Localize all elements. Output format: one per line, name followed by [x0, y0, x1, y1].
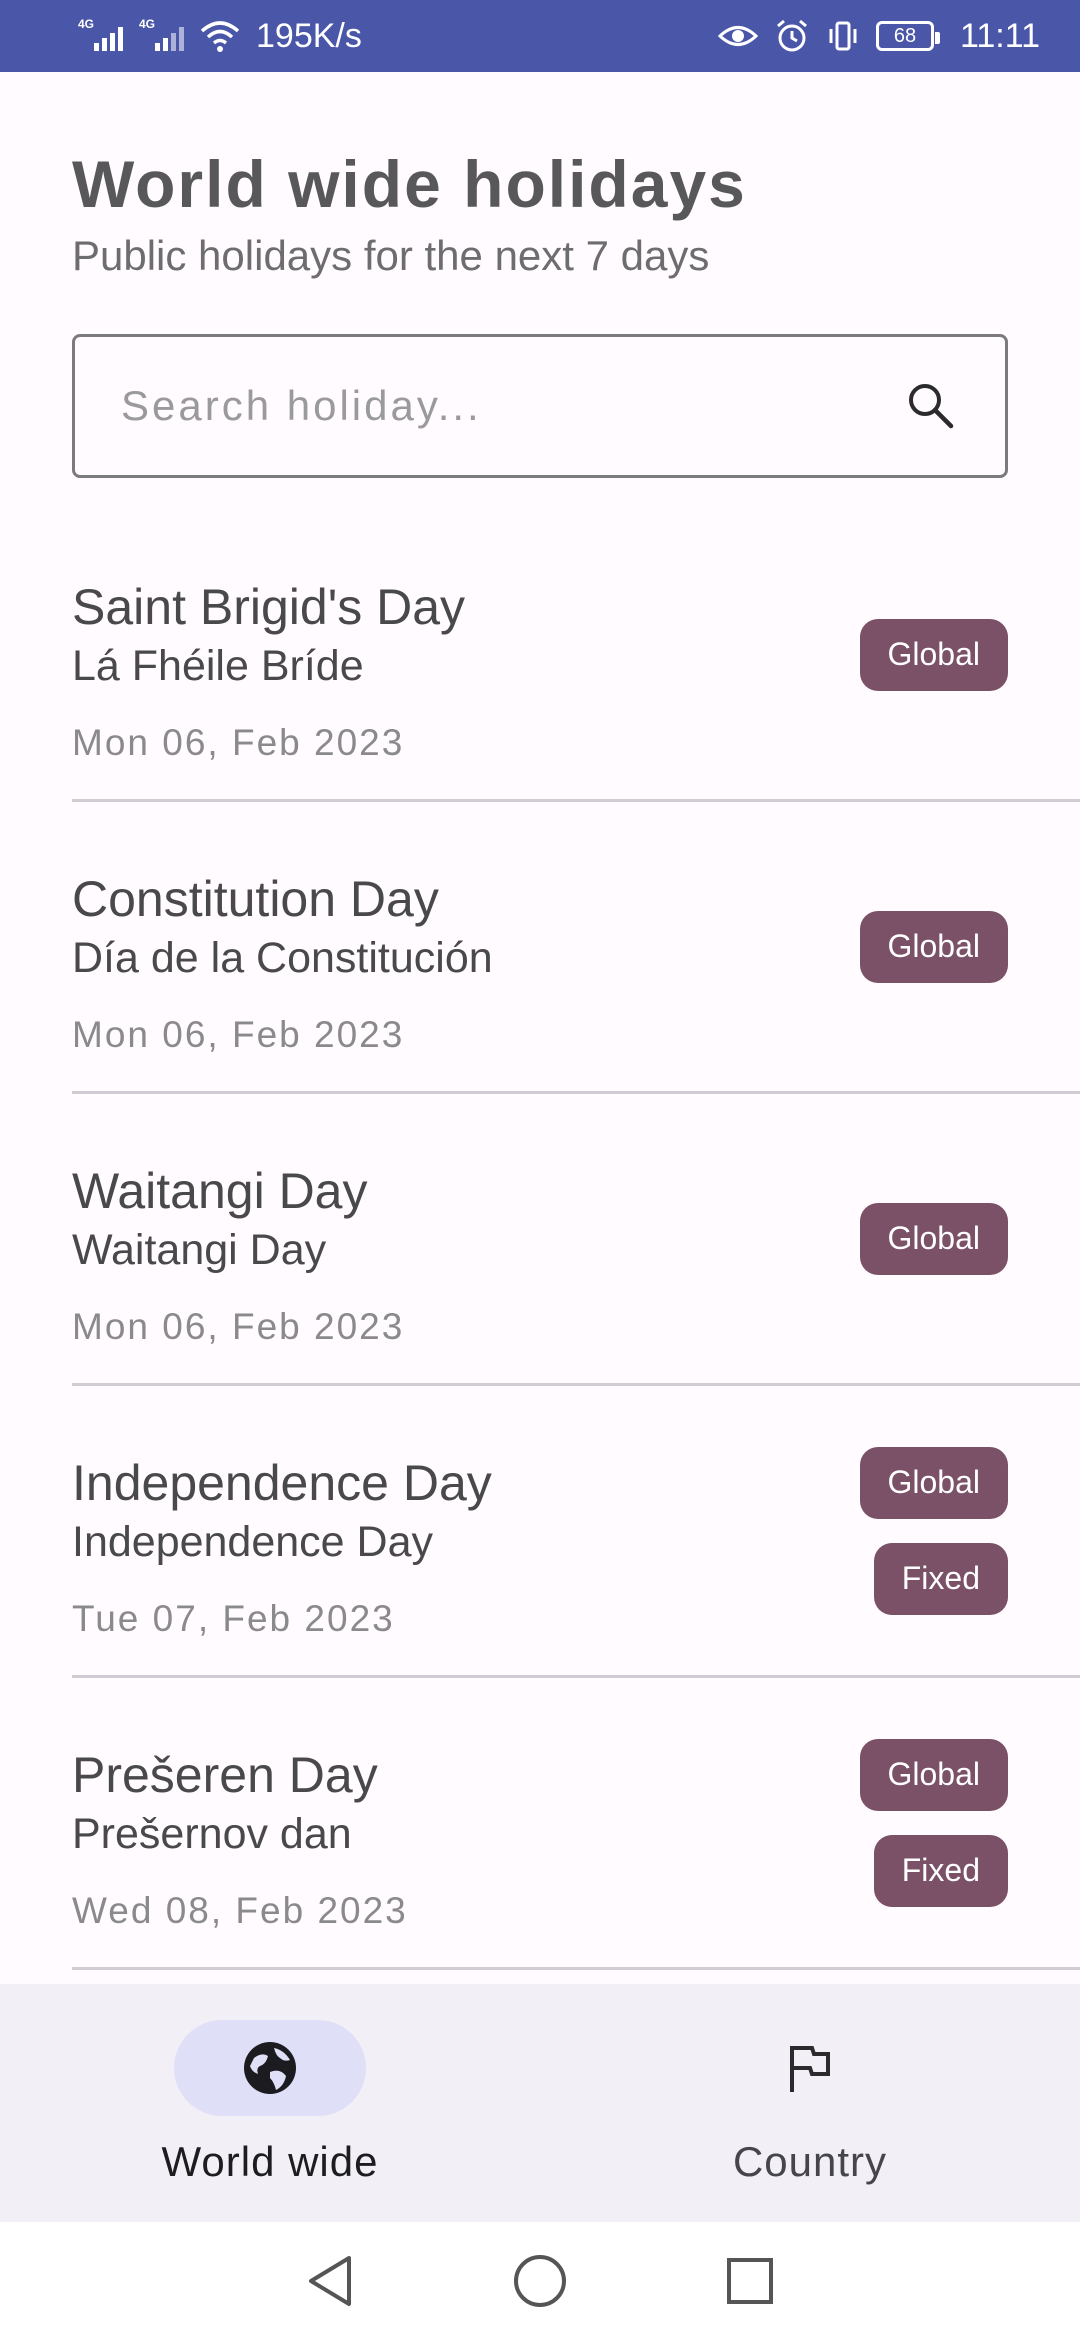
home-button[interactable] [510, 2251, 570, 2311]
holiday-name: Independence Day [72, 1455, 492, 1511]
nav-inactive-indicator [714, 2020, 906, 2116]
system-navigation-bar [0, 2222, 1080, 2340]
holiday-item[interactable]: Prešeren Day Prešernov dan Wed 08, Feb 2… [72, 1678, 1080, 1970]
vibrate-icon [829, 21, 857, 51]
battery-level: 68 [893, 24, 917, 47]
wifi-icon [200, 21, 240, 52]
page-subtitle: Public holidays for the next 7 days [72, 232, 710, 279]
fixed-badge: Fixed [873, 1542, 1008, 1615]
holiday-item[interactable]: Independence Day Independence Day Tue 07… [72, 1386, 1080, 1678]
holiday-date: Mon 06, Feb 2023 [72, 1014, 405, 1055]
signal-icon-2: 4G [139, 17, 184, 51]
holiday-list: Saint Brigid's Day Lá Fhéile Bríde Mon 0… [0, 510, 1080, 1970]
holiday-badges: Global [859, 1094, 1008, 1383]
holiday-name: Prešeren Day [72, 1747, 378, 1803]
bottom-navigation: World wide Country [0, 1984, 1080, 2222]
holiday-name: Waitangi Day [72, 1163, 368, 1219]
clock: 11:11 [959, 16, 1040, 55]
holiday-date: Mon 06, Feb 2023 [72, 1306, 405, 1347]
nav-label-world-wide: World wide [161, 2138, 379, 2185]
holiday-date: Mon 06, Feb 2023 [72, 722, 405, 763]
nav-label-country: Country [732, 2138, 888, 2185]
global-badge: Global [859, 1202, 1008, 1275]
global-badge: Global [859, 910, 1008, 983]
holiday-badges: Global Fixed [859, 1678, 1008, 1967]
network-speed: 195K/s [256, 16, 362, 55]
fixed-badge: Fixed [873, 1834, 1008, 1907]
holiday-name: Saint Brigid's Day [72, 579, 466, 635]
page-title: World wide holidays [72, 147, 747, 221]
home-circle-icon [514, 2255, 566, 2307]
back-button[interactable] [300, 2251, 360, 2311]
global-badge: Global [859, 618, 1008, 691]
holiday-name: Constitution Day [72, 871, 439, 927]
holiday-local-name: Prešernov dan [72, 1810, 352, 1858]
signal-icon: 4G [78, 17, 123, 51]
holiday-local-name: Waitangi Day [72, 1226, 327, 1274]
status-right: 68 11:11 [717, 16, 1040, 56]
holiday-item[interactable]: Waitangi Day Waitangi Day Mon 06, Feb 20… [72, 1094, 1080, 1386]
globe-icon [244, 2042, 296, 2094]
flag-icon [790, 2046, 830, 2092]
holiday-item[interactable]: Saint Brigid's Day Lá Fhéile Bríde Mon 0… [72, 510, 1080, 802]
holiday-badges: Global Fixed [859, 1386, 1008, 1675]
holiday-item[interactable]: Constitution Day Día de la Constitución … [72, 802, 1080, 1094]
eye-icon [717, 26, 758, 46]
recents-square-icon [727, 2258, 773, 2304]
signal-type-label: 4G [78, 17, 95, 31]
recents-button[interactable] [720, 2251, 780, 2311]
holiday-date: Wed 08, Feb 2023 [72, 1890, 408, 1931]
status-left: 4G 4G 195K/s [78, 17, 362, 56]
signal-type-label-2: 4G [139, 17, 156, 31]
alarm-icon [776, 19, 807, 52]
global-badge: Global [859, 1446, 1008, 1519]
status-bar: 4G 4G 195K/s 68 11:11 [0, 0, 1080, 72]
holiday-badges: Global [859, 802, 1008, 1091]
nav-world-wide[interactable]: World wide [0, 1984, 540, 2222]
nav-country[interactable]: Country [540, 1984, 1080, 2222]
holiday-local-name: Lá Fhéile Bríde [72, 642, 364, 690]
global-badge: Global [859, 1738, 1008, 1811]
search-field[interactable] [72, 334, 1008, 478]
search-input[interactable] [121, 382, 903, 430]
holiday-local-name: Día de la Constitución [72, 934, 493, 982]
nav-active-indicator [174, 2020, 366, 2116]
holiday-date: Tue 07, Feb 2023 [72, 1598, 395, 1639]
search-icon[interactable] [903, 378, 959, 434]
holiday-badges: Global [859, 510, 1008, 799]
back-triangle-icon [309, 2256, 351, 2306]
holiday-local-name: Independence Day [72, 1518, 434, 1566]
battery-icon: 68 [875, 21, 940, 51]
